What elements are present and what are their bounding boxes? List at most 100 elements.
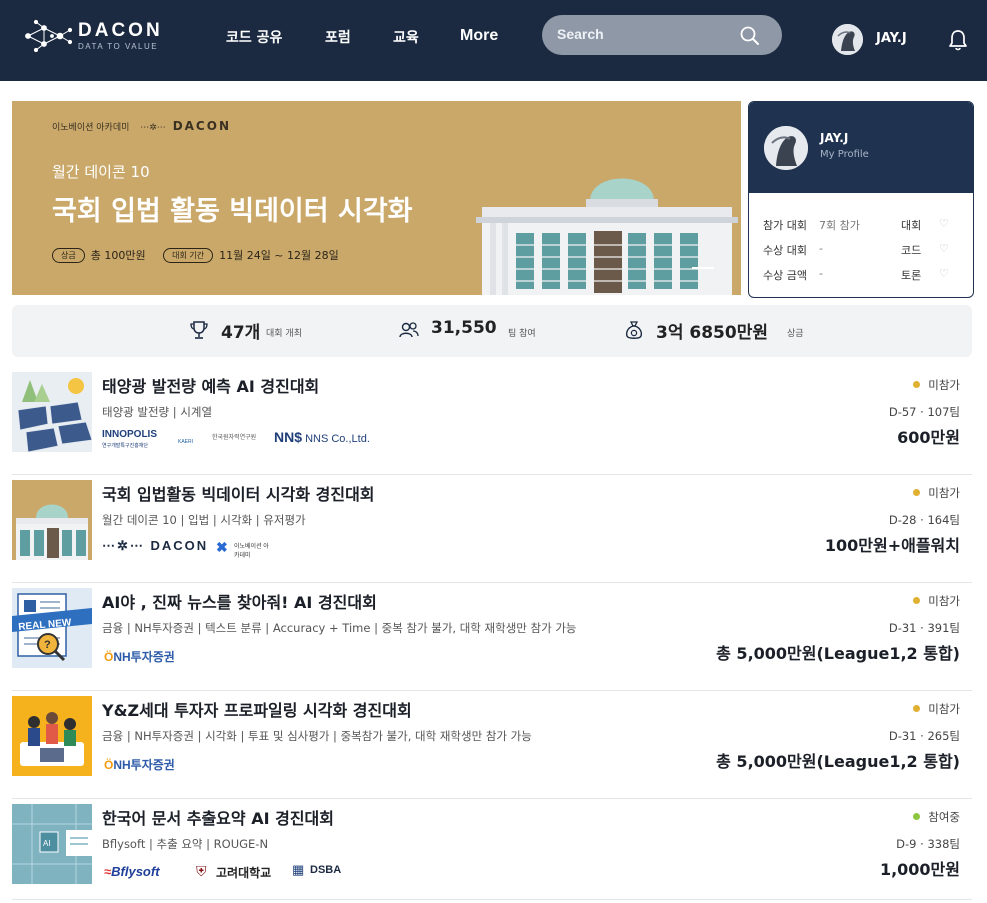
competition-thumbnail[interactable] [12,372,92,452]
competition-prize: 100만원+애플워치 [824,536,960,555]
sponsor-logos: ÖNH투자증권 [102,643,522,669]
nav-code-share[interactable]: 코드 공유 [226,27,282,47]
innovation-academy-logo: 이노베이션 아카데미 [52,123,130,133]
competition-thumbnail[interactable]: REAL NEW ? [12,588,92,668]
nav-more[interactable]: More [460,27,498,45]
sponsor-logos: INNOPOLIS 연구개발특구진흥재단 KAERI 한국원자력연구원 NN$ … [102,427,522,453]
status-text: 미참가 [928,594,960,608]
period-pill: 대회 기간 [163,247,214,263]
competition-thumbnail[interactable]: AI [12,804,92,884]
competition-item-investor-profiling[interactable]: Y&Z세대 투자자 프로파일링 시각화 경진대회 금융 | NH투자증권 | 시… [12,691,972,799]
nav-education[interactable]: 교육 [393,27,419,47]
competition-title[interactable]: 국회 입법활동 빅데이터 시각화 경진대회 [102,481,375,505]
competition-tags: 금융 | NH투자증권 | 시각화 | 투표 및 심사평가 | 중복참가 불가,… [102,729,532,743]
status-dot [913,489,921,496]
brand-tagline: DATA TO VALUE [78,42,159,51]
profile-row-value: - [819,242,823,255]
bell-icon[interactable] [947,28,969,52]
stat-number: 3억 6850만원 [656,323,768,343]
participation-status: 미참가 [913,593,960,609]
profile-avatar-image [764,126,808,170]
profile-avatar[interactable] [764,126,808,170]
nh-investment-name: NH투자증권 [113,650,175,664]
competition-prize: 총 5,000만원(League1,2 통합) [716,752,960,771]
brand-name: DACON [78,20,163,41]
status-text: 미참가 [928,378,960,392]
heart-icon[interactable]: ♡ [939,242,949,255]
profile-link-code[interactable]: 코드 [901,242,921,258]
status-dot [913,705,921,712]
status-dot [913,597,921,604]
competition-prize: 총 5,000만원(League1,2 통합) [716,644,960,663]
heart-icon[interactable]: ♡ [939,267,949,280]
profile-card: JAY.J My Profile 참가 대회 7회 참가 대회 ♡ 수상 대회 … [748,101,974,298]
stat-label: 상금 [787,329,804,339]
banner-brand: DACON [172,119,231,133]
nav-username[interactable]: JAY.J [876,31,907,46]
competition-thumbnail[interactable] [12,696,92,776]
profile-row-prize: 수상 금액 - 토론 ♡ [749,267,973,283]
profile-row-label: 수상 대회 [763,244,807,257]
status-dot [913,813,921,820]
competition-item-assembly[interactable]: 국회 입법활동 빅데이터 시각화 경진대회 월간 데이콘 10 | 입법 | 시… [12,475,972,583]
stats-bar: 47개 대회 개최 31,550 팀 참여 3억 6850만원 상금 [12,305,972,357]
heart-icon[interactable]: ♡ [939,217,949,230]
innovation-academy-logo: 이노베이션 아카데미 [234,544,269,559]
dacon-logo[interactable]: DACON DATA TO VALUE [22,18,172,54]
search-icon[interactable] [739,25,761,47]
dsba-logo: DSBA [310,864,342,876]
prize-pill: 상금 [52,247,85,263]
sponsor-logos: ÖNH투자증권 [102,751,522,777]
stat-number: 31,550 [431,318,497,338]
stat-number: 47개 [221,323,261,343]
status-text: 미참가 [928,702,960,716]
nav-forum[interactable]: 포럼 [325,27,351,47]
competition-title[interactable]: 한국어 문서 추출요약 AI 경진대회 [102,805,334,829]
innopolis-logo: INNOPOLIS [102,429,158,440]
competition-tags: 월간 데이콘 10 | 입법 | 시각화 | 유저평가 [102,513,306,527]
my-profile-link[interactable]: My Profile [820,149,869,160]
nh-investment-name: NH투자증권 [113,758,175,772]
banner-title: 국회 입법 활동 빅데이터 시각화 [52,196,413,227]
hero-banner[interactable]: 이노베이션 아카데미 ⋯✲⋯ DACON 월간 데이콘 10 국회 입법 활동 … [12,101,741,295]
competition-title[interactable]: Y&Z세대 투자자 프로파일링 시각화 경진대회 [102,697,412,721]
competition-title[interactable]: AI야 , 진짜 뉴스를 찾아줘! AI 경진대회 [102,589,377,613]
competition-item-summarization[interactable]: AI 한국어 문서 추출요약 AI 경진대회 Bflysoft | 추출 요약 … [12,799,972,900]
dsba-emblem: ▦ [292,862,305,877]
svg-text:?: ? [44,639,51,651]
competition-item-fake-news[interactable]: REAL NEW ? AI야 , 진짜 뉴스를 찾아줘! AI 경진대회 금융 … [12,583,972,691]
profile-link-competitions[interactable]: 대회 [901,217,921,233]
profile-link-discussion[interactable]: 토론 [901,267,921,283]
profile-row-value: - [819,267,823,280]
investors-thumbnail-image [12,696,92,776]
dacon-small-icon: ⋯✲⋯ [140,123,166,133]
deadline-teams: D-57 · 107팀 [888,405,960,419]
participation-status: 참여중 [913,809,960,825]
avatar-image [832,24,863,55]
bflysoft-name: Bflysoft [111,864,160,879]
avatar[interactable] [832,24,863,55]
bflysoft-logo: ≈Bflysoft [104,864,160,879]
deadline-teams: D-9 · 338팀 [896,837,960,851]
users-icon [399,322,419,338]
competition-tags: 태양광 발전량 | 시계열 [102,405,213,419]
competition-tags: Bflysoft | 추출 요약 | ROUGE-N [102,837,269,851]
profile-header[interactable]: JAY.J My Profile [749,102,973,193]
top-navbar: DACON DATA TO VALUE 코드 공유 포럼 교육 More Sea… [0,0,987,81]
profile-name: JAY.J [820,131,849,145]
assembly-building-illustration [476,178,738,295]
competition-item-solar[interactable]: 태양광 발전량 예측 AI 경진대회 태양광 발전량 | 시계열 INNOPOL… [12,367,972,475]
profile-row-participated: 참가 대회 7회 참가 대회 ♡ [749,217,973,233]
stat-label: 대회 개최 [266,329,302,339]
dacon-logo-mark [25,19,73,53]
status-text: 참여중 [928,810,960,824]
korea-univ-emblem: ⛨ [196,863,207,879]
kaeri-name: 한국원자력연구원 [212,435,257,441]
status-dot [913,381,921,388]
competition-title[interactable]: 태양광 발전량 예측 AI 경진대회 [102,373,319,397]
deadline-teams: D-31 · 265팀 [888,729,960,743]
competition-thumbnail[interactable] [12,480,92,560]
solar-panel-image [12,372,92,452]
profile-row-value: 7회 참가 [819,219,860,232]
search-input[interactable]: Search [542,15,782,55]
